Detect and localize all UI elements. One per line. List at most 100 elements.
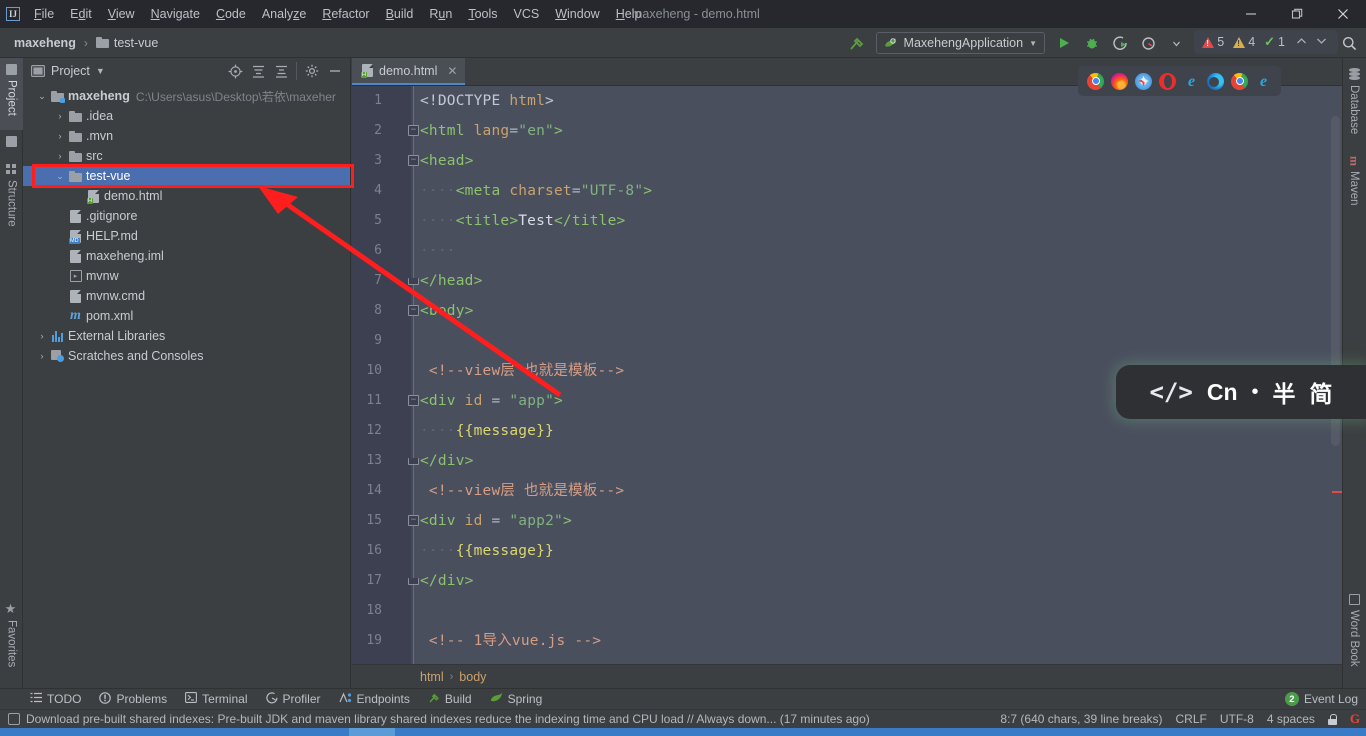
tree-item-external-libraries[interactable]: › External Libraries xyxy=(23,326,350,346)
tree-item-src[interactable]: › src xyxy=(23,146,350,166)
tool-terminal[interactable]: Terminal xyxy=(185,692,248,706)
breadcrumb-html[interactable]: html xyxy=(420,670,444,684)
file-encoding[interactable]: UTF-8 xyxy=(1220,712,1254,726)
tree-item-help-md[interactable]: MD HELP.md xyxy=(23,226,350,246)
menu-build[interactable]: Build xyxy=(378,0,422,28)
project-tree[interactable]: ⌄ maxeheng C:\Users\asus\Desktop\若依\maxehe… xyxy=(23,84,350,688)
run-configuration-selector[interactable]: MaxehengApplication ▼ xyxy=(875,32,1045,54)
next-problem-icon[interactable] xyxy=(1313,36,1330,48)
inspection-widget[interactable]: 5 4 ✓ 1 xyxy=(1194,30,1338,54)
sidebar-item-project[interactable]: Project xyxy=(0,58,23,130)
tree-expand-arrow[interactable]: › xyxy=(53,131,67,141)
menu-vcs[interactable]: VCS xyxy=(506,0,548,28)
fold-toggle-icon[interactable]: − xyxy=(408,305,419,316)
tool-build[interactable]: Build xyxy=(428,692,472,707)
ie-icon-2[interactable]: e xyxy=(1255,73,1272,90)
menu-window[interactable]: Window xyxy=(547,0,607,28)
firefox-icon[interactable] xyxy=(1111,72,1128,90)
tree-item-mvnw[interactable]: ▸ mvnw xyxy=(23,266,350,286)
fold-end-icon[interactable] xyxy=(408,578,419,585)
menu-code[interactable]: Code xyxy=(208,0,254,28)
tree-item-gitignore[interactable]: .gitignore xyxy=(23,206,350,226)
code-line-12[interactable]: 12 ····{{message}} xyxy=(352,416,1342,446)
code-line-19[interactable]: 19 <!-- 1导入vue.js --> xyxy=(352,626,1342,656)
code-line-14[interactable]: 14 <!--view层 也就是模板--> xyxy=(352,476,1342,506)
lock-icon[interactable] xyxy=(1327,713,1337,725)
tree-item-scratches-and-consoles[interactable]: › Scratches and Consoles xyxy=(23,346,350,366)
tree-expand-arrow[interactable]: ⌄ xyxy=(53,171,67,182)
code-line-3[interactable]: 3 − <head> xyxy=(352,146,1342,176)
tree-item-maxeheng-iml[interactable]: maxeheng.iml xyxy=(23,246,350,266)
fold-toggle-icon[interactable]: − xyxy=(408,395,419,406)
sidebar-item-database[interactable]: Database xyxy=(1342,62,1366,146)
tree-expand-arrow[interactable]: › xyxy=(35,351,49,361)
google-icon[interactable]: G xyxy=(1350,711,1360,727)
code-line-7[interactable]: 7 </head> xyxy=(352,266,1342,296)
code-line-6[interactable]: 6 ···· xyxy=(352,236,1342,266)
line-separator[interactable]: CRLF xyxy=(1176,712,1207,726)
error-marker-2[interactable] xyxy=(1332,491,1342,493)
tree-expand-arrow[interactable]: ⌄ xyxy=(35,91,49,102)
breadcrumb-project[interactable]: maxeheng xyxy=(10,34,80,52)
tool-problems[interactable]: Problems xyxy=(99,691,167,707)
tree-item-mvn[interactable]: › .mvn xyxy=(23,126,350,146)
tree-item-test-vue[interactable]: ⌄ test-vue xyxy=(23,166,350,186)
sidebar-item-word-book[interactable]: Word Book xyxy=(1342,588,1366,684)
ime-status-widget[interactable]: </> Cn • 半 简 xyxy=(1116,365,1366,419)
caret-position[interactable]: 8:7 (640 chars, 39 line breaks) xyxy=(1000,712,1162,726)
close-icon[interactable]: ✕ xyxy=(443,64,457,78)
edge-icon[interactable] xyxy=(1207,72,1224,90)
locate-icon[interactable] xyxy=(224,60,246,82)
sidebar-item-structure[interactable]: Structure xyxy=(0,158,23,244)
debug-button[interactable] xyxy=(1079,30,1105,56)
safari-icon[interactable] xyxy=(1135,72,1152,90)
profile-button[interactable] xyxy=(1135,30,1161,56)
gear-icon[interactable] xyxy=(301,60,323,82)
code-line-18[interactable]: 18 xyxy=(352,596,1342,626)
chrome-icon[interactable] xyxy=(1087,72,1104,90)
warning-count[interactable]: 4 xyxy=(1233,35,1255,49)
hide-panel-icon[interactable] xyxy=(324,60,346,82)
fold-toggle-icon[interactable]: − xyxy=(408,125,419,136)
breadcrumb-folder[interactable]: test-vue xyxy=(92,34,162,52)
status-message-area[interactable]: Download pre-built shared indexes: Pre-b… xyxy=(0,712,870,726)
sidebar-item-favorites[interactable]: ★ Favorites xyxy=(0,596,23,686)
run-button[interactable] xyxy=(1051,30,1077,56)
tool-endpoints[interactable]: Endpoints xyxy=(338,692,410,707)
project-folder-icon-tab[interactable] xyxy=(0,130,23,156)
taskbar-active-item[interactable] xyxy=(349,728,395,736)
chevron-down-icon[interactable]: ▼ xyxy=(96,66,105,76)
menu-refactor[interactable]: Refactor xyxy=(314,0,377,28)
fold-end-icon[interactable] xyxy=(408,278,419,285)
expand-all-icon[interactable] xyxy=(247,60,269,82)
tree-item-demo-html[interactable]: Hdemo.html xyxy=(23,186,350,206)
error-count[interactable]: 5 xyxy=(1202,35,1224,49)
previous-problem-icon[interactable] xyxy=(1293,36,1310,48)
menu-view[interactable]: View xyxy=(100,0,143,28)
close-button[interactable] xyxy=(1320,0,1366,28)
breadcrumb-body[interactable]: body xyxy=(459,670,486,684)
code-line-4[interactable]: 4 ····<meta charset="UTF-8"> xyxy=(352,176,1342,206)
fold-toggle-icon[interactable]: − xyxy=(408,515,419,526)
code-line-17[interactable]: 17 </div> xyxy=(352,566,1342,596)
tree-expand-arrow[interactable]: › xyxy=(53,111,67,121)
profile-dropdown-icon[interactable] xyxy=(1163,30,1189,56)
tree-item-mvnw-cmd[interactable]: mvnw.cmd xyxy=(23,286,350,306)
tool-spring[interactable]: Spring xyxy=(490,692,542,706)
chrome-icon-2[interactable] xyxy=(1231,72,1248,90)
code-line-15[interactable]: 15 − <div id = "app2"> xyxy=(352,506,1342,536)
search-icon[interactable] xyxy=(1336,30,1362,56)
minimize-button[interactable] xyxy=(1228,0,1274,28)
tool-todo[interactable]: TODO xyxy=(30,692,81,706)
fold-toggle-icon[interactable]: − xyxy=(408,155,419,166)
menu-analyze[interactable]: Analyze xyxy=(254,0,314,28)
code-line-5[interactable]: 5 ····<title>Test</title> xyxy=(352,206,1342,236)
tree-expand-arrow[interactable]: › xyxy=(35,331,49,341)
ie-icon[interactable]: e xyxy=(1183,73,1200,90)
collapse-all-icon[interactable] xyxy=(270,60,292,82)
tree-item-idea[interactable]: › .idea xyxy=(23,106,350,126)
menu-run[interactable]: Run xyxy=(421,0,460,28)
weak-warning-count[interactable]: ✓ 1 xyxy=(1264,34,1285,50)
menu-edit[interactable]: Edit xyxy=(62,0,100,28)
tool-profiler[interactable]: Profiler xyxy=(265,691,321,707)
